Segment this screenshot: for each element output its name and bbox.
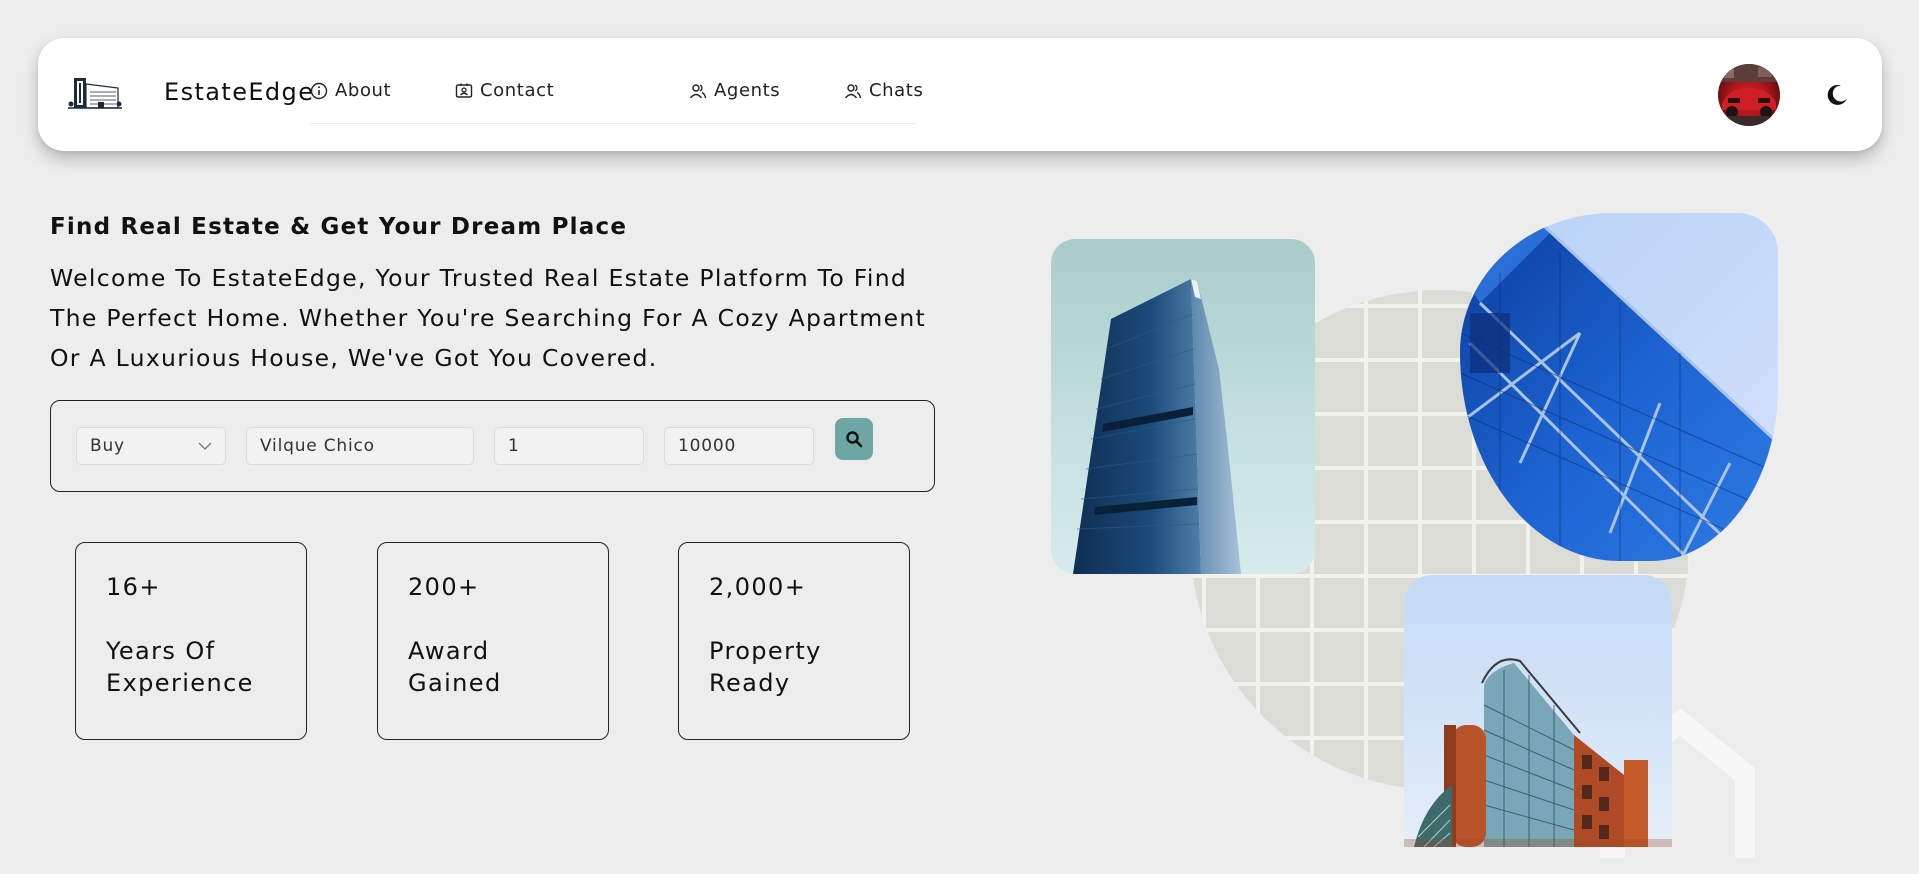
brand-name[interactable]: EstateEdge bbox=[164, 78, 314, 106]
nav-about[interactable]: About bbox=[310, 80, 391, 101]
people-icon bbox=[689, 83, 707, 98]
avatar-image bbox=[1718, 64, 1780, 126]
min-price-input[interactable] bbox=[508, 436, 630, 456]
estateedge-logo[interactable] bbox=[68, 74, 122, 114]
nav-about-label: About bbox=[335, 80, 392, 101]
location-input[interactable] bbox=[260, 436, 460, 456]
listing-type-value: Buy bbox=[90, 436, 125, 456]
hero-description: Welcome To EstateEdge, Your Trusted Real… bbox=[50, 264, 927, 372]
property-search-form: Buy bbox=[50, 400, 935, 492]
stat-card-properties: 2,000+ Property Ready bbox=[678, 542, 910, 740]
nav-chats-label: Chats bbox=[869, 80, 924, 101]
stat-value: 200+ bbox=[408, 573, 480, 601]
nav-contact[interactable]: Contact bbox=[455, 80, 554, 101]
chevron-down-icon bbox=[198, 442, 212, 450]
hero-title: Find Real Estate & Get Your Dream Place bbox=[50, 214, 628, 240]
moon-icon[interactable] bbox=[1824, 82, 1850, 108]
location-field[interactable] bbox=[246, 427, 474, 465]
people-icon bbox=[844, 83, 862, 98]
nav-chats[interactable]: Chats bbox=[844, 80, 923, 101]
search-button[interactable] bbox=[835, 418, 873, 460]
user-avatar[interactable] bbox=[1718, 64, 1780, 126]
info-icon bbox=[310, 82, 328, 99]
stat-value: 2,000+ bbox=[709, 573, 807, 601]
brick-building-illustration bbox=[1404, 658, 1672, 847]
stat-label: Years Of Experience bbox=[106, 637, 254, 697]
skyscraper-illustration bbox=[1073, 279, 1241, 574]
search-icon bbox=[846, 431, 863, 448]
stat-card-experience: 16+ Years Of Experience bbox=[75, 542, 307, 740]
brick-building-photo bbox=[1404, 575, 1672, 847]
stat-label: Property Ready bbox=[709, 637, 822, 697]
navbar: EstateEdge About Contact Agents Chats bbox=[38, 38, 1882, 151]
stat-card-awards: 200+ Award Gained bbox=[377, 542, 609, 740]
nav-agents[interactable]: Agents bbox=[689, 80, 780, 101]
max-price-input[interactable] bbox=[678, 436, 800, 456]
contact-card-icon bbox=[455, 83, 473, 98]
stat-value: 16+ bbox=[106, 573, 161, 601]
max-price-field[interactable] bbox=[664, 427, 814, 465]
min-price-field[interactable] bbox=[494, 427, 644, 465]
nav-agents-label: Agents bbox=[714, 80, 781, 101]
nav-contact-label: Contact bbox=[480, 80, 555, 101]
main-nav: About Contact Agents Chats bbox=[310, 80, 923, 124]
listing-type-select[interactable]: Buy bbox=[76, 427, 226, 465]
skyscraper-photo bbox=[1051, 239, 1315, 574]
stat-label: Award Gained bbox=[408, 637, 502, 697]
